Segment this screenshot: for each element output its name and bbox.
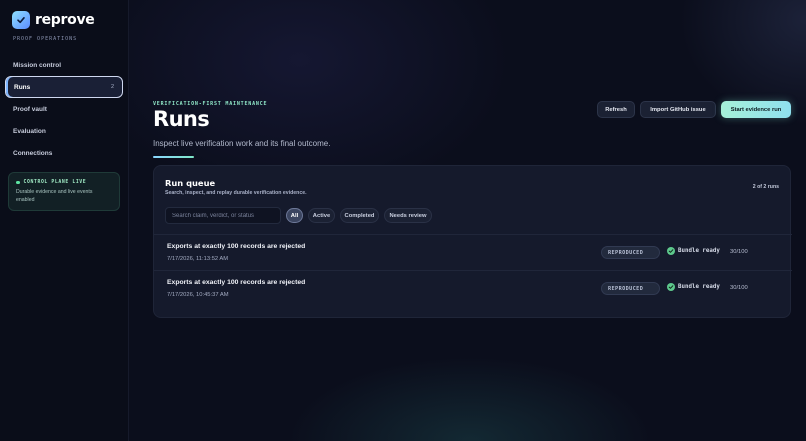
sidebar-item-label: Proof vault xyxy=(13,105,47,113)
sidebar-item-label: Mission control xyxy=(13,61,62,69)
run-queue-count: 2 of 2 runs xyxy=(752,184,779,190)
filter-completed[interactable]: Completed xyxy=(340,208,379,223)
run-queue-panel: Run queue Search, inspect, and replay du… xyxy=(153,165,792,318)
status-card-description: Durable evidence and live events enabled xyxy=(16,189,93,203)
table-row[interactable]: Exports at exactly 100 records are rejec… xyxy=(154,234,792,270)
run-queue-title: Run queue xyxy=(165,178,216,188)
sidebar-item-mission-control[interactable]: Mission control xyxy=(5,54,123,76)
live-dot-icon xyxy=(16,180,20,185)
run-score: 30/100 xyxy=(730,249,748,255)
brand[interactable]: reprove xyxy=(12,11,95,29)
verdict-badge: REPRODUCED xyxy=(601,282,660,295)
sidebar-item-runs[interactable]: Runs 2 xyxy=(5,76,123,98)
sidebar-item-label: Connections xyxy=(13,149,53,157)
sidebar-item-label: Runs xyxy=(14,83,31,91)
status-card-title-row: CONTROL PLANE LIVE xyxy=(16,180,112,185)
status-card-title: CONTROL PLANE LIVE xyxy=(23,180,87,185)
start-evidence-run-button[interactable]: Start evidence run xyxy=(721,101,791,118)
run-title: Exports at exactly 100 records are rejec… xyxy=(167,279,306,286)
page-description: Inspect live verification work and its f… xyxy=(153,139,331,148)
filter-needs-review[interactable]: Needs review xyxy=(384,208,432,223)
sidebar-item-evaluation[interactable]: Evaluation xyxy=(5,120,123,142)
verdict-badge: REPRODUCED xyxy=(601,246,660,259)
title-underline xyxy=(153,156,194,158)
brand-subtitle: PROOF OPERATIONS xyxy=(13,36,78,42)
bundle-label: Bundle ready xyxy=(678,284,720,290)
run-timestamp: 7/17/2026, 11:13:52 AM xyxy=(167,256,229,262)
sidebar: reprove PROOF OPERATIONS Mission control… xyxy=(0,0,129,441)
sidebar-item-label: Evaluation xyxy=(13,127,46,135)
search-input[interactable] xyxy=(165,207,281,224)
table-row[interactable]: Exports at exactly 100 records are rejec… xyxy=(154,270,792,306)
check-icon xyxy=(667,247,675,255)
filter-all[interactable]: All xyxy=(286,208,303,223)
bundle-label: Bundle ready xyxy=(678,248,720,254)
runs-count-badge: 2 xyxy=(110,84,114,90)
control-plane-status-card: CONTROL PLANE LIVE Durable evidence and … xyxy=(8,172,120,211)
bundle-status: Bundle ready xyxy=(667,247,720,255)
sidebar-item-proof-vault[interactable]: Proof vault xyxy=(5,98,123,120)
filter-active[interactable]: Active xyxy=(308,208,335,223)
bundle-status: Bundle ready xyxy=(667,283,720,291)
import-github-issue-button[interactable]: Import GitHub issue xyxy=(640,101,716,118)
refresh-button[interactable]: Refresh xyxy=(597,101,635,118)
run-timestamp: 7/17/2026, 10:45:37 AM xyxy=(167,292,229,298)
check-logo-icon xyxy=(12,11,30,29)
sidebar-item-connections[interactable]: Connections xyxy=(5,142,123,164)
brand-name: reprove xyxy=(35,12,95,28)
check-icon xyxy=(667,283,675,291)
run-queue-subtitle: Search, inspect, and replay durable veri… xyxy=(165,190,307,196)
page-title: Runs xyxy=(153,107,210,131)
run-score: 30/100 xyxy=(730,285,748,291)
run-title: Exports at exactly 100 records are rejec… xyxy=(167,243,306,250)
